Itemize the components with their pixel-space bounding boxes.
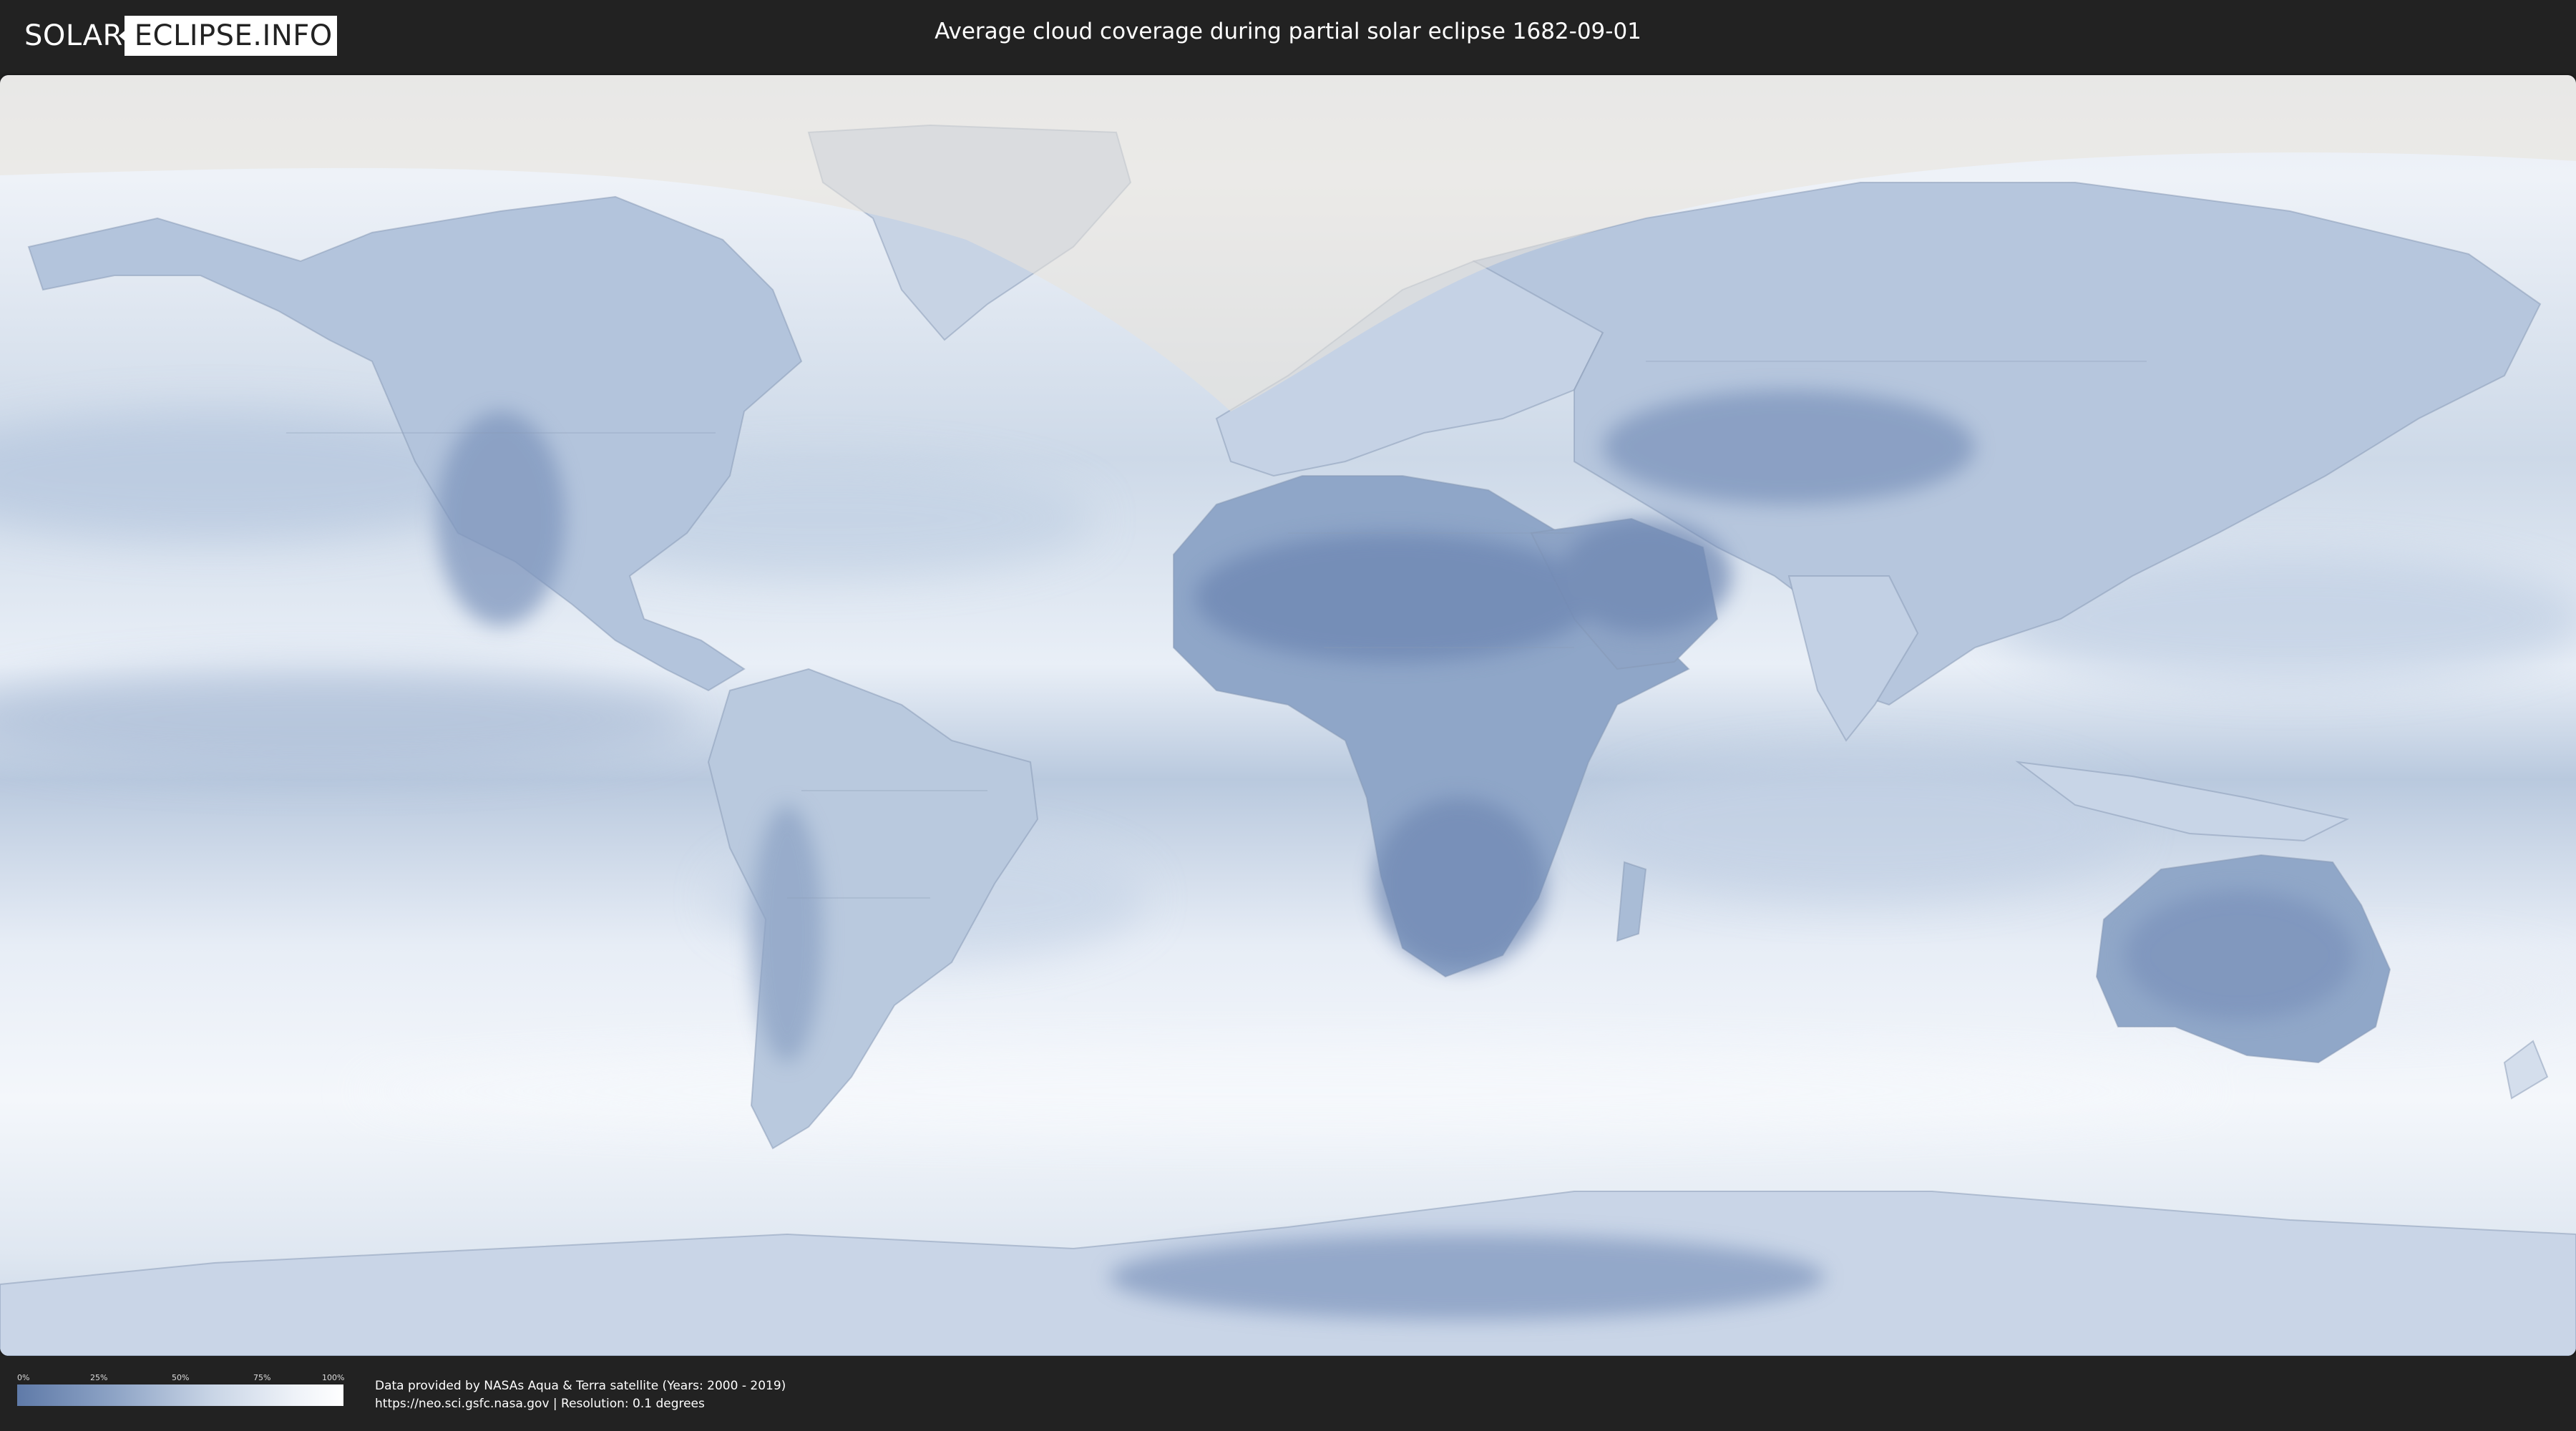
cloud-coverage-legend: 0% 25% 50% 75% 100% [17, 1372, 345, 1406]
credit-line-url[interactable]: https://neo.sci.gsfc.nasa.gov | Resoluti… [375, 1395, 786, 1413]
legend-gradient-bar [17, 1384, 343, 1406]
page-title: Average cloud coverage during partial so… [935, 19, 1641, 44]
world-map-svg [0, 75, 2576, 1356]
legend-tick-25: 25% [90, 1373, 108, 1382]
page: SOLAR ECLIPSE.INFO Average cloud coverag… [0, 0, 2576, 1431]
legend-tick-100: 100% [322, 1373, 345, 1382]
header-bar: SOLAR ECLIPSE.INFO Average cloud coverag… [0, 0, 2576, 72]
legend-tick-0: 0% [17, 1373, 30, 1382]
data-credit: Data provided by NASAs Aqua & Terra sate… [375, 1377, 786, 1413]
legend-tick-50: 50% [172, 1373, 190, 1382]
legend-ticks: 0% 25% 50% 75% 100% [17, 1372, 345, 1384]
footer-bar: 0% 25% 50% 75% 100% Data provided by NAS… [0, 1356, 2576, 1431]
cloud-coverage-map[interactable] [0, 75, 2576, 1356]
legend-tick-75: 75% [253, 1373, 271, 1382]
credit-line-source: Data provided by NASAs Aqua & Terra sate… [375, 1379, 786, 1393]
